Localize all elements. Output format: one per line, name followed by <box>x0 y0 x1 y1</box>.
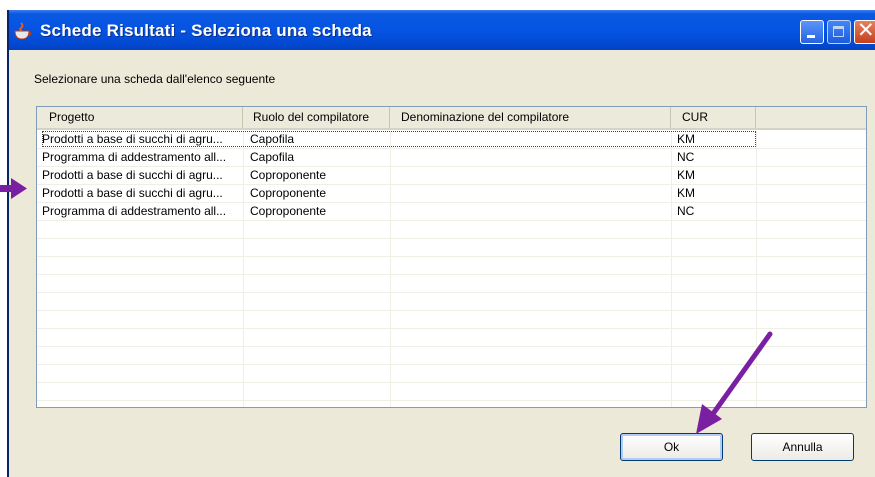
dialog-window: Schede Risultati - Seleziona una scheda … <box>7 10 875 477</box>
cell-progetto: Prodotti a base di succhi di agru... <box>42 168 223 182</box>
cell-ruolo: Capofila <box>250 132 295 146</box>
cell-denominazione <box>397 149 667 166</box>
close-icon: ✕ <box>857 18 875 42</box>
cell-denominazione <box>397 185 667 202</box>
table-row-empty <box>37 275 866 293</box>
table-row-empty <box>37 239 866 257</box>
cell-progetto: Programma di addestramento all... <box>42 204 227 218</box>
cell-progetto: Programma di addestramento all... <box>42 150 227 164</box>
table-row[interactable]: Programma di addestramento all... Capofi… <box>37 149 866 167</box>
minimize-button[interactable] <box>800 20 824 44</box>
column-header-denominazione[interactable]: Denominazione del compilatore <box>390 107 671 128</box>
column-header-cur[interactable]: CUR <box>671 107 756 128</box>
instruction-label: Selezionare una scheda dall'elenco segue… <box>34 72 276 86</box>
cell-cur: KM <box>677 168 695 182</box>
table-row-empty <box>37 257 866 275</box>
table-row[interactable]: Prodotti a base di succhi di agru... Cop… <box>37 167 866 185</box>
table-row-empty <box>37 401 866 407</box>
cell-ruolo: Coproponente <box>250 204 327 218</box>
window-title: Schede Risultati - Seleziona una scheda <box>40 21 372 40</box>
table-row-empty <box>37 365 866 383</box>
schede-table[interactable]: Progetto Ruolo del compilatore Denominaz… <box>36 106 867 408</box>
column-header-empty <box>756 107 866 128</box>
column-header-progetto[interactable]: Progetto <box>37 107 243 128</box>
cell-denominazione <box>397 203 667 220</box>
table-row-empty <box>37 311 866 329</box>
table-row-empty <box>37 221 866 239</box>
cell-cur: KM <box>677 186 695 200</box>
table-row-empty <box>37 329 866 347</box>
table-header: Progetto Ruolo del compilatore Denominaz… <box>37 107 866 130</box>
java-cup-icon <box>14 22 32 40</box>
table-row[interactable]: Prodotti a base di succhi di agru... Cop… <box>37 185 866 203</box>
table-row-empty <box>37 293 866 311</box>
maximize-button[interactable] <box>827 20 851 44</box>
cell-progetto: Prodotti a base di succhi di agru... <box>42 132 223 146</box>
cell-ruolo: Coproponente <box>250 168 327 182</box>
cell-cur: KM <box>677 132 695 146</box>
cell-progetto: Prodotti a base di succhi di agru... <box>42 186 223 200</box>
minimize-icon <box>807 35 815 38</box>
cell-denominazione <box>397 167 667 184</box>
close-button[interactable]: ✕ <box>854 18 875 44</box>
cell-denominazione <box>397 131 667 148</box>
title-bar[interactable]: Schede Risultati - Seleziona una scheda … <box>9 10 875 50</box>
cancel-button[interactable]: Annulla <box>751 433 854 461</box>
table-row-empty <box>37 347 866 365</box>
maximize-icon <box>833 26 844 37</box>
ok-button[interactable]: Ok <box>620 433 723 461</box>
cell-ruolo: Capofila <box>250 150 295 164</box>
column-header-ruolo[interactable]: Ruolo del compilatore <box>243 107 390 128</box>
table-body: Prodotti a base di succhi di agru... Cap… <box>37 131 866 407</box>
cell-ruolo: Coproponente <box>250 186 327 200</box>
cell-cur: NC <box>677 204 695 218</box>
table-row-empty <box>37 383 866 401</box>
cell-cur: NC <box>677 150 695 164</box>
table-row[interactable]: Programma di addestramento all... Coprop… <box>37 203 866 221</box>
table-row[interactable]: Prodotti a base di succhi di agru... Cap… <box>37 131 866 149</box>
